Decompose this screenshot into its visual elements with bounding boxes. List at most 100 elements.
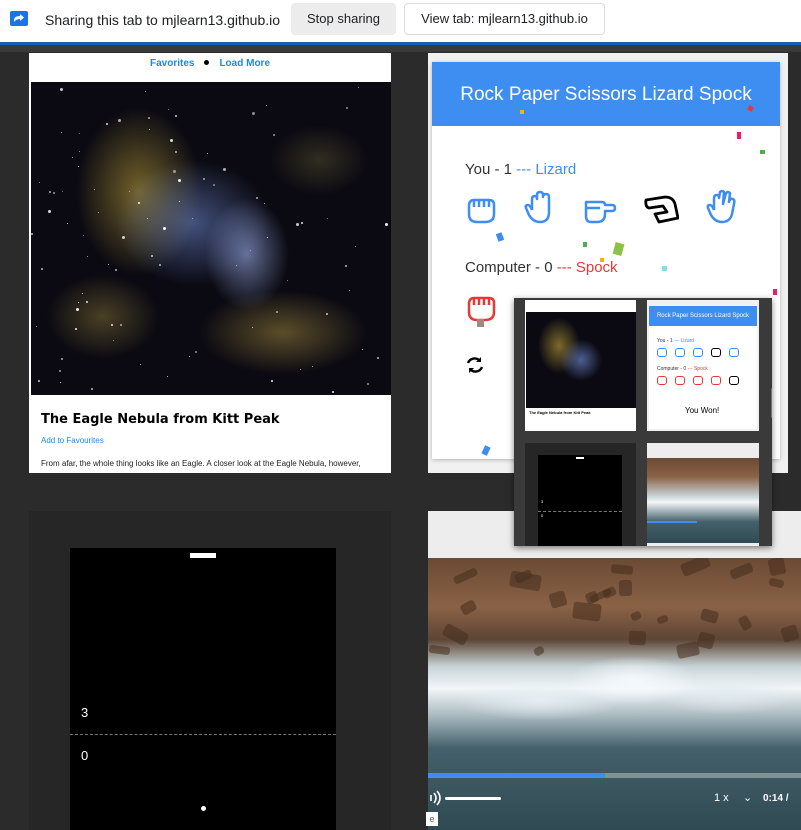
star	[120, 324, 122, 326]
star	[151, 255, 153, 257]
star	[61, 132, 62, 133]
star	[115, 269, 117, 271]
star	[271, 380, 273, 382]
nav-separator-dot	[204, 60, 210, 66]
star	[207, 153, 208, 154]
preview-you-label: You - 1 --- Lizard	[657, 338, 694, 344]
rock-hand-icon[interactable]	[463, 192, 499, 226]
star	[147, 218, 148, 219]
rock	[459, 599, 478, 616]
preview-pong: 3 0	[525, 443, 636, 546]
playback-speed[interactable]: 1 x	[714, 792, 729, 804]
star	[145, 91, 146, 92]
load-more-link[interactable]: Load More	[219, 58, 270, 69]
rock	[610, 563, 634, 576]
star	[332, 391, 334, 393]
computer-score: Computer - 0	[465, 259, 553, 276]
star	[287, 280, 288, 281]
star	[98, 212, 99, 213]
star	[79, 133, 80, 134]
rock	[629, 610, 643, 622]
preview-video-progress	[647, 521, 697, 523]
preview-hand-icon	[729, 376, 739, 385]
preview-hand-icon	[657, 348, 667, 357]
pong-game[interactable]: 3 0	[70, 548, 336, 830]
preview-rpsls: Rock Paper Scissors Lizard Spock You - 1…	[647, 300, 759, 431]
tab-preview-popup[interactable]: The Eagle Nebula from Kitt Peak Rock Pap…	[514, 298, 772, 546]
star	[60, 88, 63, 91]
star	[178, 179, 181, 182]
rock	[572, 601, 602, 622]
pong-paddle	[190, 553, 216, 558]
preview-apod-title: The Eagle Nebula from Kitt Peak	[529, 410, 591, 415]
chevron-down-icon[interactable]: ⌄	[743, 791, 752, 804]
star	[159, 264, 161, 266]
divider	[0, 45, 801, 52]
volume-icon[interactable]	[430, 790, 442, 806]
star	[167, 376, 168, 377]
star	[82, 293, 83, 294]
rock	[441, 622, 470, 647]
favorites-link[interactable]: Favorites	[150, 58, 194, 69]
star	[140, 364, 141, 365]
pong-ball	[201, 806, 206, 811]
star	[326, 313, 328, 315]
rock	[656, 614, 669, 625]
computer-score-label: Computer - 0 --- Spock	[465, 259, 618, 276]
scissors-hand-icon[interactable]	[582, 192, 618, 226]
star	[189, 356, 190, 357]
star	[148, 117, 150, 119]
star	[236, 265, 237, 266]
rock	[618, 579, 633, 597]
star	[72, 157, 73, 158]
spock-hand-icon[interactable]	[705, 190, 741, 224]
star	[108, 264, 109, 265]
screen-share-icon	[10, 11, 28, 26]
pong-score-bottom: 0	[81, 748, 89, 763]
ocean-waves-video[interactable]	[428, 558, 801, 830]
star	[94, 189, 95, 190]
computer-choice: --- Spock	[556, 259, 618, 276]
star	[273, 134, 275, 136]
lizard-hand-icon[interactable]	[643, 192, 679, 226]
preview-apod: The Eagle Nebula from Kitt Peak	[525, 300, 636, 431]
star	[83, 235, 84, 236]
preview-hand-icon	[711, 376, 721, 385]
star	[252, 327, 253, 328]
preview-scrollbar[interactable]	[771, 388, 772, 418]
star	[138, 202, 140, 204]
star	[76, 308, 79, 311]
refresh-icon[interactable]	[465, 355, 485, 375]
preview-nebula-image	[526, 312, 636, 408]
add-to-favourites-link[interactable]: Add to Favourites	[41, 436, 104, 445]
rock	[679, 558, 712, 578]
star	[87, 256, 88, 257]
you-score-label: You - 1 --- Lizard	[465, 161, 576, 178]
video-progress-fill	[428, 773, 606, 778]
star	[38, 380, 40, 382]
star	[195, 351, 197, 353]
rock	[696, 631, 716, 650]
star	[49, 191, 51, 193]
view-tab-button[interactable]: View tab: mjlearn13.github.io	[404, 3, 605, 35]
stop-sharing-button[interactable]: Stop sharing	[291, 3, 396, 35]
star	[62, 191, 63, 192]
paper-hand-icon[interactable]	[523, 190, 559, 224]
star	[223, 168, 226, 171]
rock	[699, 607, 720, 625]
star	[36, 326, 37, 327]
star	[266, 105, 267, 106]
star	[39, 182, 40, 183]
preview-video	[647, 443, 759, 546]
star	[106, 123, 108, 125]
star	[264, 203, 265, 204]
volume-slider[interactable]	[445, 797, 501, 800]
star	[377, 357, 379, 359]
star	[385, 223, 388, 226]
rock	[452, 567, 479, 585]
preview-hand-icon	[675, 348, 685, 357]
you-score: You - 1	[465, 161, 512, 178]
star	[296, 223, 299, 226]
star	[149, 129, 150, 130]
star	[168, 109, 169, 110]
